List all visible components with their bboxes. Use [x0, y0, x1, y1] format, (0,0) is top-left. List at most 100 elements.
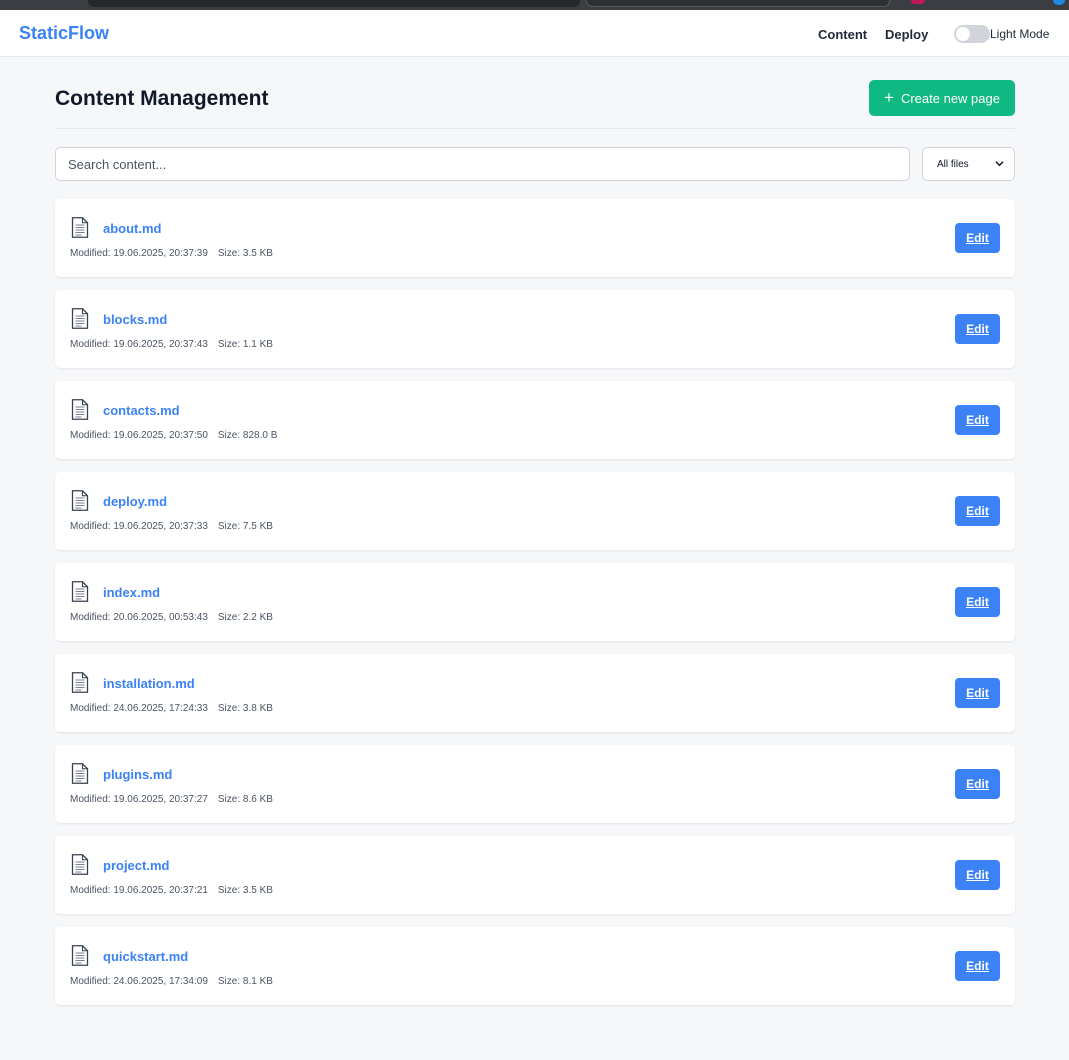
file-modified-date: 20.06.2025, 00:53:43	[113, 612, 208, 623]
browser-address-bar[interactable]	[586, 0, 890, 7]
file-size: 2.2 KB	[242, 612, 273, 623]
file-card: about.md Modified: 19.06.2025, 20:37:39 S…	[55, 199, 1015, 277]
create-new-page-button[interactable]: + Create new page	[869, 80, 1015, 116]
create-new-page-label: Create new page	[900, 90, 1000, 106]
edit-button[interactable]: Edit	[955, 405, 1000, 435]
edit-button[interactable]: Edit	[955, 678, 1000, 708]
chevron-down-icon	[995, 161, 1004, 167]
file-modified-date: 19.06.2025, 20:37:27	[113, 794, 208, 805]
file-size: 3.8 KB	[242, 703, 273, 714]
file-meta: Modified: 19.06.2025, 20:37:21 Size: 3.5 …	[70, 885, 273, 896]
document-icon	[71, 854, 89, 875]
file-name-link[interactable]: project.md	[103, 858, 169, 873]
size-label: Size:	[217, 612, 241, 623]
file-meta: Modified: 19.06.2025, 20:37:43 Size: 1.1 …	[70, 339, 273, 350]
modified-label: Modified:	[70, 430, 111, 441]
file-modified-date: 19.06.2025, 20:37:33	[113, 521, 208, 532]
file-meta: Modified: 19.06.2025, 20:37:33 Size: 7.5 …	[70, 521, 273, 532]
top-navbar: StaticFlow Content Deploy Light Mode	[0, 10, 1069, 57]
page-title: Content Management	[55, 87, 269, 110]
file-meta: Modified: 19.06.2025, 20:37:50 Size: 828.…	[70, 430, 277, 441]
file-card: blocks.md Modified: 19.06.2025, 20:37:43…	[55, 290, 1015, 368]
plus-icon: +	[884, 87, 894, 107]
file-name-link[interactable]: contacts.md	[103, 403, 180, 418]
modified-label: Modified:	[70, 248, 111, 259]
file-name-link[interactable]: quickstart.md	[103, 949, 188, 964]
document-icon	[71, 763, 89, 784]
browser-tab-strip	[0, 0, 1069, 10]
file-name-link[interactable]: plugins.md	[103, 767, 172, 782]
file-size: 828.0 B	[242, 430, 278, 441]
size-label: Size:	[217, 703, 241, 714]
brand-logo[interactable]: StaticFlow	[19, 23, 109, 44]
size-label: Size:	[217, 248, 241, 259]
file-modified-date: 19.06.2025, 20:37:43	[113, 339, 208, 350]
document-icon	[71, 490, 89, 511]
document-icon	[71, 945, 89, 966]
modified-label: Modified:	[70, 885, 111, 896]
edit-button[interactable]: Edit	[955, 769, 1000, 799]
theme-toggle-label: Light Mode	[990, 27, 1050, 41]
edit-button[interactable]: Edit	[955, 314, 1000, 344]
file-size: 7.5 KB	[242, 521, 273, 532]
size-label: Size:	[217, 794, 241, 805]
file-filter-value: All files	[937, 158, 969, 170]
header-divider	[55, 128, 1015, 129]
file-meta: Modified: 19.06.2025, 20:37:39 Size: 3.5 …	[70, 248, 273, 259]
edit-button[interactable]: Edit	[955, 951, 1000, 981]
document-icon	[71, 217, 89, 238]
file-modified-date: 19.06.2025, 20:37:50	[113, 430, 208, 441]
file-size: 8.1 KB	[242, 976, 273, 987]
file-card: deploy.md Modified: 19.06.2025, 20:37:33…	[55, 472, 1015, 550]
file-meta: Modified: 24.06.2025, 17:34:09 Size: 8.1 …	[70, 976, 273, 987]
document-icon	[71, 308, 89, 329]
file-card: project.md Modified: 19.06.2025, 20:37:2…	[55, 836, 1015, 914]
browser-tab[interactable]	[88, 0, 580, 7]
theme-toggle[interactable]	[954, 25, 990, 43]
edit-button[interactable]: Edit	[955, 223, 1000, 253]
file-meta: Modified: 19.06.2025, 20:37:27 Size: 8.6 …	[70, 794, 273, 805]
nav-link-deploy[interactable]: Deploy	[885, 27, 928, 42]
search-input[interactable]	[55, 147, 910, 181]
file-size: 1.1 KB	[242, 339, 273, 350]
modified-label: Modified:	[70, 521, 111, 532]
file-card: contacts.md Modified: 19.06.2025, 20:37:…	[55, 381, 1015, 459]
file-card: index.md Modified: 20.06.2025, 00:53:43 S…	[55, 563, 1015, 641]
browser-profile-icon[interactable]	[911, 0, 925, 4]
edit-button[interactable]: Edit	[955, 860, 1000, 890]
file-name-link[interactable]: installation.md	[103, 676, 195, 691]
file-list: about.md Modified: 19.06.2025, 20:37:39 S…	[55, 199, 1015, 1018]
file-card: installation.md Modified: 24.06.2025, 17…	[55, 654, 1015, 732]
file-name-link[interactable]: blocks.md	[103, 312, 167, 327]
file-modified-date: 19.06.2025, 20:37:21	[113, 885, 208, 896]
size-label: Size:	[217, 976, 241, 987]
file-card: plugins.md Modified: 19.06.2025, 20:37:2…	[55, 745, 1015, 823]
file-name-link[interactable]: index.md	[103, 585, 160, 600]
document-icon	[71, 399, 89, 420]
file-filter-select[interactable]: All files	[922, 147, 1015, 181]
document-icon	[71, 581, 89, 602]
modified-label: Modified:	[70, 612, 111, 623]
document-icon	[71, 672, 89, 693]
size-label: Size:	[217, 339, 241, 350]
size-label: Size:	[217, 885, 241, 896]
file-size: 3.5 KB	[242, 885, 273, 896]
browser-extension-icon[interactable]	[1053, 0, 1065, 5]
modified-label: Modified:	[70, 976, 111, 987]
file-size: 8.6 KB	[242, 794, 273, 805]
file-meta: Modified: 20.06.2025, 00:53:43 Size: 2.2 …	[70, 612, 273, 623]
file-meta: Modified: 24.06.2025, 17:24:33 Size: 3.8 …	[70, 703, 273, 714]
file-modified-date: 19.06.2025, 20:37:39	[113, 248, 208, 259]
size-label: Size:	[217, 521, 241, 532]
file-modified-date: 24.06.2025, 17:24:33	[113, 703, 208, 714]
file-size: 3.5 KB	[242, 248, 273, 259]
file-card: quickstart.md Modified: 24.06.2025, 17:3…	[55, 927, 1015, 1005]
nav-link-content[interactable]: Content	[818, 27, 867, 42]
modified-label: Modified:	[70, 339, 111, 350]
file-name-link[interactable]: about.md	[103, 221, 162, 236]
toggle-knob	[956, 27, 970, 41]
edit-button[interactable]: Edit	[955, 587, 1000, 617]
file-name-link[interactable]: deploy.md	[103, 494, 167, 509]
edit-button[interactable]: Edit	[955, 496, 1000, 526]
file-modified-date: 24.06.2025, 17:34:09	[113, 976, 208, 987]
